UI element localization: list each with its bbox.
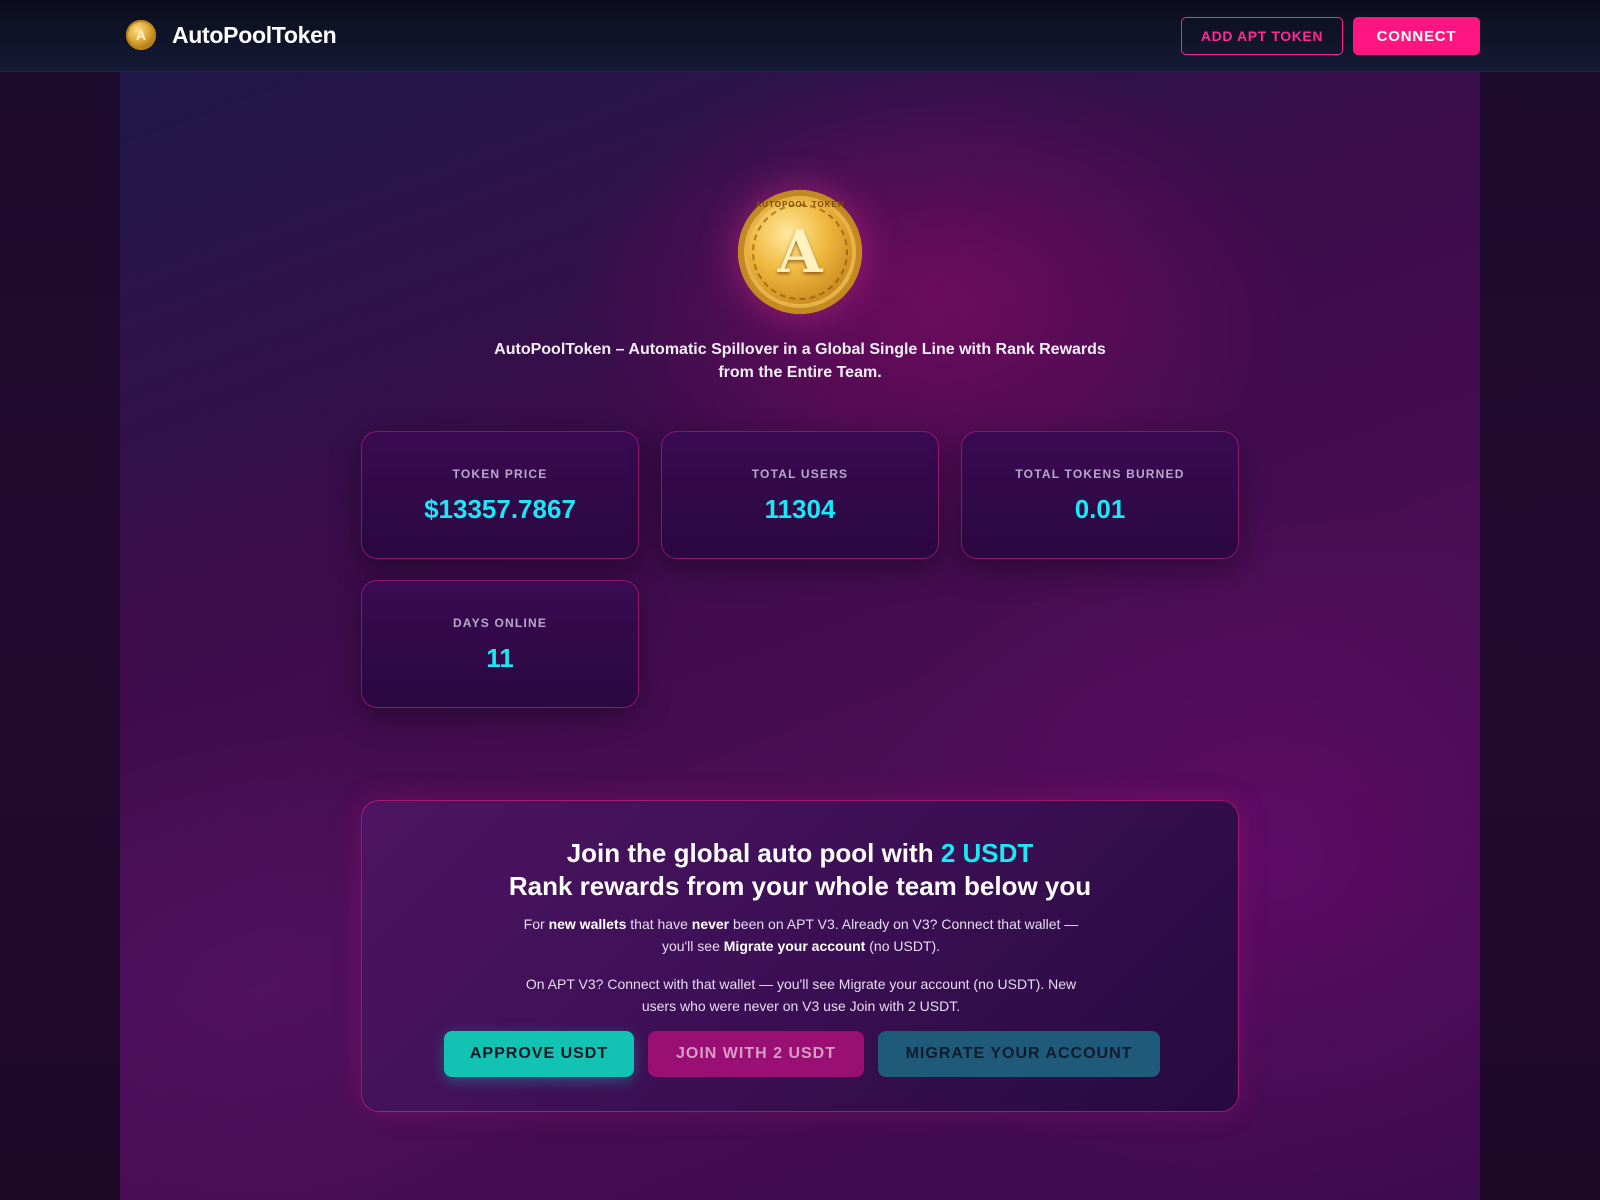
brand-name: AutoPoolToken [172,21,337,48]
stat-value: 11 [486,643,514,673]
coin-glyph: A [777,218,823,286]
coin-engraving: AUTOPOOL TOKEN [755,200,845,209]
join-description-v3: On APT V3? Connect with that wallet — yo… [525,976,1077,1014]
join-description-new-wallets: For new wallets that have never been on … [523,916,1079,954]
stat-value: 0.01 [1074,494,1126,524]
migrate-account-button[interactable]: MIGRATE YOUR ACCOUNT [878,1031,1160,1077]
stat-label: TOTAL USERS [751,467,849,481]
stat-label: DAYS ONLINE [452,616,548,630]
tagline: AutoPoolToken – Automatic Spillover in a… [480,338,1120,384]
brand[interactable]: A AutoPoolToken [126,20,337,50]
stat-card-total-users: TOTAL USERS 11304 [661,431,939,559]
join-pool-panel: Join the global auto pool with 2 USDT Ra… [361,800,1239,1112]
top-navbar: A AutoPoolToken ADD APT TOKEN CONNECT [0,0,1600,72]
join-title-amount: 2 USDT [940,838,1034,868]
stat-card-tokens-burned: TOTAL TOKENS BURNED 0.01 [961,431,1239,559]
approve-usdt-button[interactable]: APPROVE USDT [444,1031,634,1077]
join-title-line-2: Rank rewards from your whole team below … [508,871,1092,901]
add-apt-token-button[interactable]: ADD APT TOKEN [1181,17,1343,55]
join-title-prefix: Join the global auto pool with [566,838,941,868]
stat-label: TOKEN PRICE [452,467,548,481]
stat-label: TOTAL TOKENS BURNED [1015,467,1185,481]
tagline-line-1: AutoPoolToken – Automatic Spillover in a… [494,341,1106,358]
stat-card-days-online: DAYS ONLINE 11 [361,580,639,708]
stat-value: 11304 [764,494,836,524]
join-title: Join the global auto pool with 2 USDT Ra… [362,837,1238,903]
stat-value: $13357.7867 [424,494,576,524]
brand-logo-icon: A [126,20,156,50]
tagline-line-2: from the Entire Team. [718,364,882,381]
token-coin-icon: AUTOPOOL TOKEN A [738,190,862,314]
join-with-usdt-button[interactable]: JOIN WITH 2 USDT [648,1031,864,1077]
connect-button[interactable]: CONNECT [1353,17,1480,55]
join-title-line-1: Join the global auto pool with 2 USDT [362,837,1238,870]
stat-card-token-price: TOKEN PRICE $13357.7867 [361,431,639,559]
